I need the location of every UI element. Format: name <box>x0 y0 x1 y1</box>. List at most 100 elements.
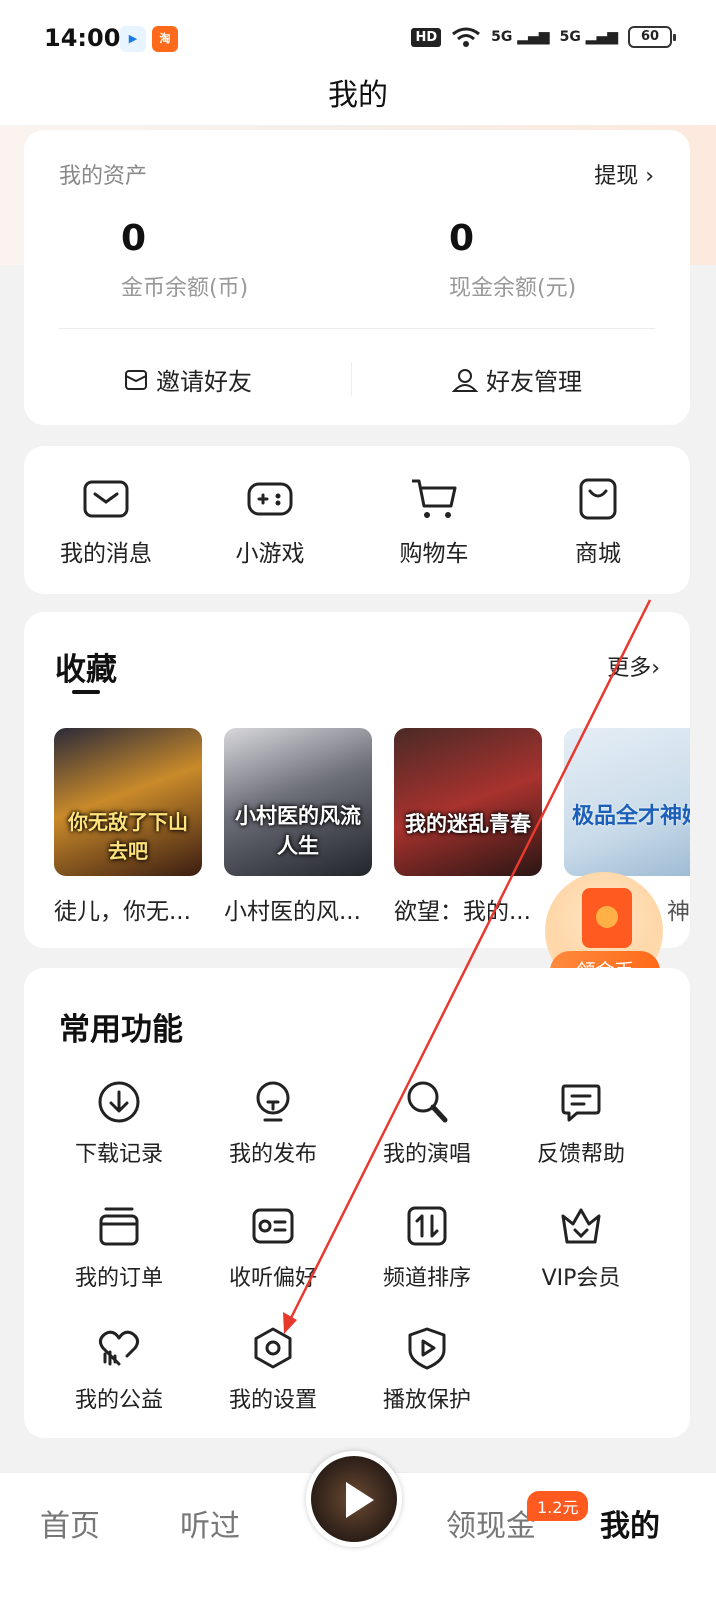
vip-membership-label: VIP会员 <box>541 1266 621 1291</box>
cash-badge: 1.2元 <box>527 1491 589 1521</box>
order-icon <box>99 1207 139 1246</box>
nav-get-cash[interactable]: 领现金 <box>446 1501 536 1545</box>
preference-icon <box>252 1208 294 1244</box>
my-singing-button[interactable]: 我的演唱 <box>350 1080 504 1168</box>
favorite-book[interactable]: 我的迷乱青春 欲望：我的... <box>394 728 542 926</box>
signal-icon-2: 5G ▂▄▆ <box>559 29 618 45</box>
book-cover-text: 我的迷乱青春 <box>405 812 531 836</box>
friend-management-button[interactable]: 好友管理 <box>452 362 582 397</box>
feedback-help-button[interactable]: 反馈帮助 <box>504 1080 658 1168</box>
assets-card: 我的资产 提现 › 0 金币余额(币) 0 现金余额(元) 邀请好友 好友管理 <box>24 130 690 425</box>
favorites-more-link[interactable]: 更多› <box>607 650 660 682</box>
favorites-title: 收藏 <box>55 652 117 688</box>
book-cover: 小村医的风流人生 <box>224 728 372 876</box>
mail-icon <box>125 369 147 390</box>
bottom-navigation: 首页 听过 领现金 1.2元 我的 <box>0 1451 716 1600</box>
mini-games-button[interactable]: 小游戏 <box>205 476 335 568</box>
my-messages-button[interactable]: 我的消息 <box>41 476 171 568</box>
mall-button[interactable]: 商城 <box>533 476 663 568</box>
book-title: 欲望：我的... <box>394 899 531 925</box>
shield-play-icon <box>408 1327 446 1370</box>
common-functions-card: 常用功能 下载记录 我的发布 我的演唱 反馈帮助 我的订单 收听偏好 频道排序 … <box>24 968 690 1438</box>
status-indicators: HD 5G ▂▄▆ 5G ▂▄▆ 60 <box>411 26 676 48</box>
favorites-title-underline <box>72 690 100 694</box>
channel-sort-label: 频道排序 <box>382 1266 471 1291</box>
mini-games-label: 小游戏 <box>235 541 305 567</box>
book-cover: 我的迷乱青春 <box>394 728 542 876</box>
settings-icon <box>254 1327 292 1369</box>
charity-icon <box>98 1330 140 1366</box>
crown-icon <box>561 1208 601 1244</box>
favorite-book[interactable]: 你无敌了下山去吧 徒儿，你无... <box>54 728 202 926</box>
nav-listened[interactable]: 听过 <box>180 1501 240 1545</box>
vip-membership-button[interactable]: VIP会员 <box>504 1204 658 1292</box>
page-header: 我的 <box>0 60 716 125</box>
shopping-cart-label: 购物车 <box>399 541 469 567</box>
my-orders-label: 我的订单 <box>74 1266 163 1291</box>
book-cover-text: 极品全才神婿 <box>572 804 690 829</box>
my-settings-button[interactable]: 我的设置 <box>196 1326 350 1414</box>
feedback-help-label: 反馈帮助 <box>536 1142 625 1167</box>
shopping-cart-button[interactable]: 购物车 <box>369 476 499 568</box>
wifi-icon <box>452 27 481 47</box>
download-records-button[interactable]: 下载记录 <box>42 1080 196 1168</box>
cash-balance-value[interactable]: 0 <box>449 218 474 259</box>
publish-icon <box>256 1081 290 1122</box>
playback-protection-label: 播放保护 <box>382 1388 471 1413</box>
invite-friends-label: 邀请好友 <box>156 368 252 396</box>
assets-label: 我的资产 <box>59 164 148 189</box>
common-functions-title: 常用功能 <box>59 1012 183 1048</box>
listening-preferences-button[interactable]: 收听偏好 <box>196 1204 350 1292</box>
user-icon <box>452 368 478 392</box>
cash-balance-label: 现金余额(元) <box>449 276 577 301</box>
now-playing-disc[interactable] <box>306 1451 402 1547</box>
my-settings-label: 我的设置 <box>228 1388 317 1413</box>
playback-protection-button[interactable]: 播放保护 <box>350 1326 504 1414</box>
download-icon <box>98 1081 140 1123</box>
app-screen: 14:00 ▶ 淘 HD 5G ▂▄▆ 5G ▂▄▆ 60 我的 我的资产 提现… <box>0 0 716 1600</box>
red-envelope-icon <box>582 888 632 948</box>
nav-home[interactable]: 首页 <box>40 1501 100 1545</box>
friend-management-label: 好友管理 <box>486 368 582 396</box>
book-cover-text: 小村医的风流人生 <box>235 804 361 858</box>
download-records-label: 下载记录 <box>74 1142 163 1167</box>
cart-icon <box>412 479 457 518</box>
book-title: 徒儿，你无... <box>54 899 191 925</box>
my-posts-label: 我的发布 <box>228 1142 317 1167</box>
coin-balance-value[interactable]: 0 <box>121 218 146 259</box>
quick-entries-card: 我的消息 小游戏 购物车 商城 <box>24 446 690 594</box>
mall-label: 商城 <box>575 541 621 567</box>
message-icon <box>83 480 129 518</box>
book-cover: 你无敌了下山去吧 <box>54 728 202 876</box>
shopping-bag-icon <box>579 478 617 520</box>
feedback-icon <box>561 1084 601 1122</box>
divider <box>59 328 655 329</box>
taobao-app-icon: 淘 <box>152 26 178 52</box>
my-messages-label: 我的消息 <box>60 541 152 567</box>
withdraw-link[interactable]: 提现 › <box>594 158 654 190</box>
gamepad-icon <box>247 482 293 516</box>
my-posts-button[interactable]: 我的发布 <box>196 1080 350 1168</box>
battery-icon: 60 <box>628 26 676 48</box>
video-app-icon: ▶ <box>120 26 146 52</box>
signal-icon: 5G ▂▄▆ <box>491 29 550 45</box>
sort-icon <box>407 1206 447 1246</box>
play-icon <box>346 1482 374 1518</box>
favorite-book[interactable]: 小村医的风流人生 小村医的风... <box>224 728 372 926</box>
status-time: 14:00 <box>44 24 121 52</box>
invite-friends-button[interactable]: 邀请好友 <box>124 362 252 397</box>
channel-sort-button[interactable]: 频道排序 <box>350 1204 504 1292</box>
divider-vertical <box>351 362 352 396</box>
coin-balance-label: 金币余额(币) <box>121 276 249 301</box>
page-title: 我的 <box>328 78 388 113</box>
hd-icon: HD <box>411 27 442 47</box>
my-orders-button[interactable]: 我的订单 <box>42 1204 196 1292</box>
listening-preferences-label: 收听偏好 <box>228 1266 317 1291</box>
book-title: 小村医的风... <box>224 899 361 925</box>
my-singing-label: 我的演唱 <box>382 1142 471 1167</box>
my-charity-button[interactable]: 我的公益 <box>42 1326 196 1414</box>
nav-mine[interactable]: 我的 <box>600 1501 660 1545</box>
book-cover: 极品全才神婿 <box>564 728 690 876</box>
my-charity-label: 我的公益 <box>74 1388 163 1413</box>
sing-icon <box>407 1081 448 1123</box>
